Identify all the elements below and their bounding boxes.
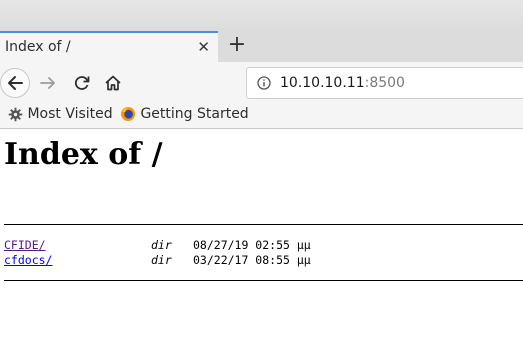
entry-modified: 08/27/19 02:55 μμ — [193, 238, 311, 252]
close-tab-icon[interactable]: ✕ — [197, 38, 210, 56]
reload-icon[interactable] — [72, 73, 92, 93]
tab-index[interactable]: Index of / ✕ — [0, 31, 218, 62]
divider — [4, 224, 523, 225]
forward-arrow-icon[interactable] — [38, 73, 58, 93]
divider — [4, 280, 523, 281]
new-tab-icon[interactable]: + — [226, 34, 248, 56]
page-content: Index of / CFIDE/ dir 08/27/19 02:55 μμ … — [0, 129, 523, 354]
gear-icon — [8, 107, 23, 121]
page-title: Index of / — [4, 137, 163, 172]
bookmark-most-visited[interactable]: Most Visited — [8, 106, 113, 122]
address-bar[interactable]: 10.10.10.11:8500 — [246, 67, 523, 99]
entry-modified: 03/22/17 08:55 μμ — [193, 253, 311, 267]
home-icon[interactable] — [103, 73, 123, 93]
url-port: :8500 — [364, 75, 405, 91]
tab-title: Index of / — [5, 39, 71, 55]
bookmarks-toolbar: Most Visited Getting Started — [0, 104, 523, 129]
entry-link-cfdocs[interactable]: cfdocs/ — [4, 253, 52, 268]
bookmark-getting-started[interactable]: Getting Started — [120, 106, 249, 122]
firefox-icon — [121, 107, 135, 121]
window-titlebar — [0, 0, 523, 31]
url-host: 10.10.10.11 — [280, 75, 365, 91]
tab-strip: Index of / ✕ + — [0, 31, 523, 62]
info-icon[interactable] — [257, 76, 271, 90]
entry-link-cfide[interactable]: CFIDE/ — [4, 238, 46, 253]
back-button[interactable] — [0, 68, 30, 98]
url-text: 10.10.10.11:8500 — [280, 75, 405, 91]
bookmark-label: Most Visited — [27, 106, 113, 122]
bookmark-label: Getting Started — [140, 106, 249, 122]
navigation-toolbar: 10.10.10.11:8500 — [0, 62, 523, 104]
entry-type: dir — [151, 238, 172, 252]
back-arrow-icon — [8, 76, 23, 90]
entry-type: dir — [151, 253, 172, 267]
